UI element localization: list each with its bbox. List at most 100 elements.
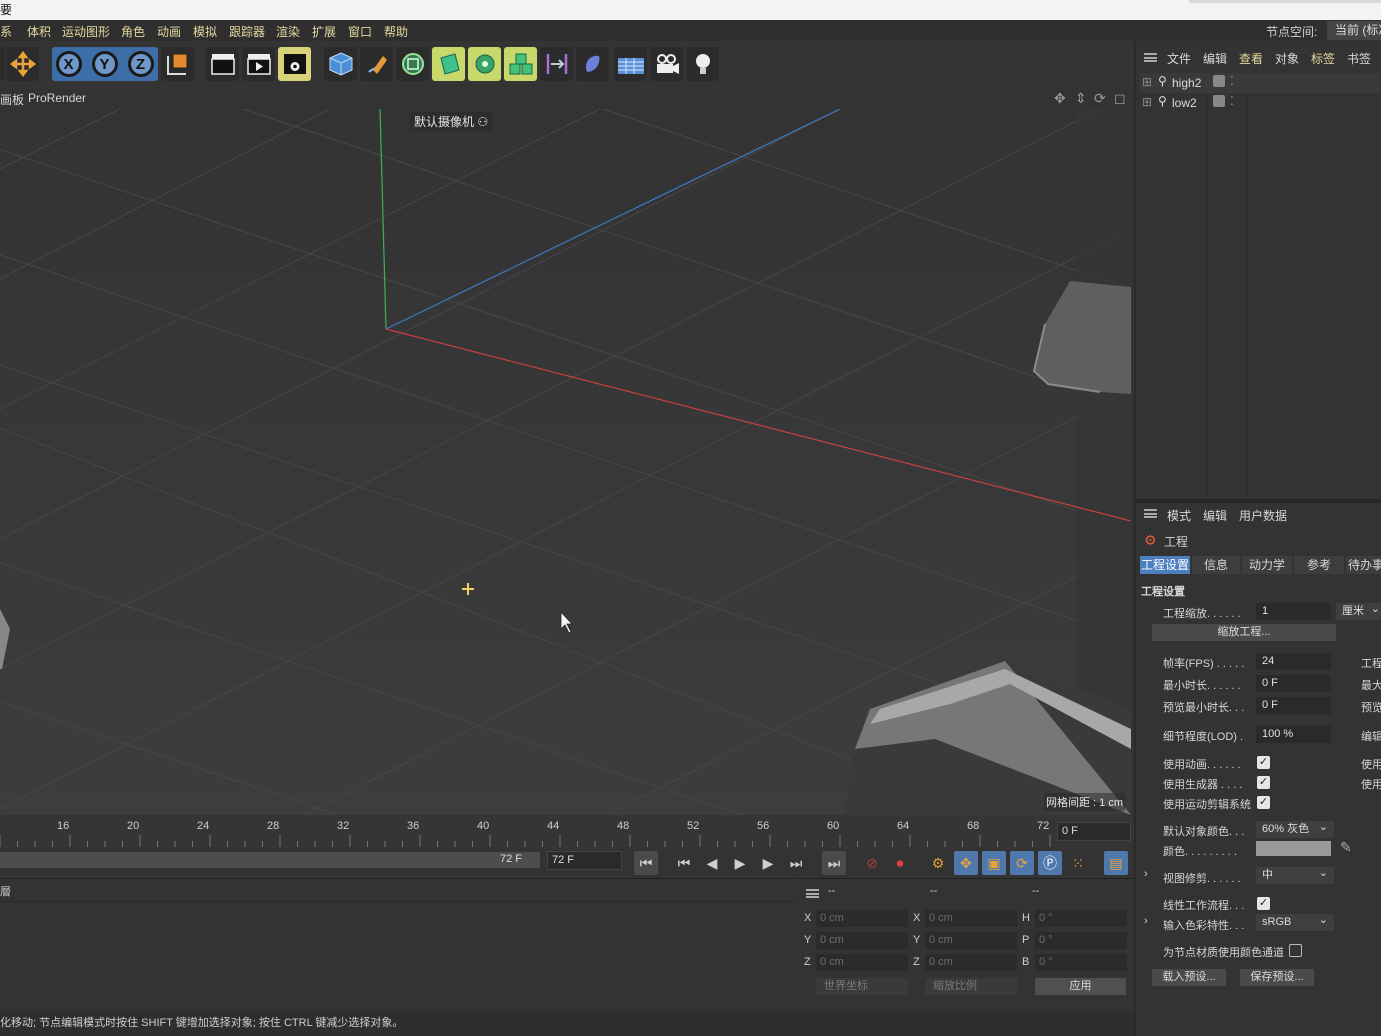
menu-tracker[interactable]: 跟踪器 [229, 23, 265, 40]
menu-animation[interactable]: 动画 [157, 23, 181, 40]
field-button[interactable] [540, 47, 573, 81]
cube-button[interactable] [324, 47, 357, 81]
position-y-field[interactable]: 0 cm [816, 932, 908, 949]
menu-volume[interactable]: 体积 [27, 23, 51, 40]
edit-visibility-icon[interactable] [1213, 95, 1225, 107]
expand-arrow-icon[interactable]: › [1144, 915, 1148, 927]
next-frame-button[interactable]: ▶ [756, 851, 780, 875]
use-animation-checkbox[interactable]: ✓ [1257, 756, 1270, 769]
om-menu-file[interactable]: 文件 [1167, 50, 1191, 67]
om-menu-object[interactable]: 对象 [1275, 50, 1299, 67]
expand-arrow-icon[interactable]: › [1144, 868, 1148, 880]
play-button[interactable]: ▶ [728, 851, 752, 875]
world-coordinates-dropdown[interactable]: 世界坐标 [816, 978, 908, 995]
tab-reference[interactable]: 参考 [1294, 556, 1344, 574]
scale-key-button[interactable]: ▣ [982, 851, 1006, 875]
pan-view-icon[interactable]: ✥ [1054, 90, 1066, 107]
menu-item[interactable]: 系 [0, 23, 12, 40]
fps-field[interactable]: 24 [1256, 653, 1331, 670]
object-row-high2[interactable]: ⊞ ⚲ high2 ⁚ [1140, 73, 1380, 93]
light-button[interactable] [686, 47, 719, 81]
generator-button[interactable] [432, 47, 465, 81]
view-clip-dropdown[interactable]: 中 [1256, 865, 1334, 884]
subdivision-button[interactable] [396, 47, 429, 81]
object-manager-menu-icon[interactable] [1144, 53, 1157, 62]
tab-dynamics[interactable]: 动力学 [1242, 556, 1292, 574]
am-menu-mode[interactable]: 模式 [1167, 507, 1191, 524]
3d-viewport[interactable]: 默认摄像机 ⚇ 网格间距 : 1 cm [0, 109, 1131, 815]
project-scale-field[interactable]: 1 [1256, 603, 1331, 620]
visibility-dots-icon[interactable]: ⁚ [1230, 74, 1234, 88]
input-color-dropdown[interactable]: sRGB [1256, 912, 1334, 931]
menu-mograph[interactable]: 运动图形 [62, 23, 110, 40]
am-menu-userdata[interactable]: 用户数据 [1239, 507, 1287, 524]
previous-key-button[interactable]: ⏮ [672, 851, 696, 875]
render-settings-button[interactable] [278, 47, 311, 81]
use-generators-checkbox[interactable]: ✓ [1257, 776, 1270, 789]
menu-window[interactable]: 窗口 [348, 23, 372, 40]
camera-label[interactable]: 默认摄像机 ⚇ [410, 112, 493, 131]
use-motion-checkbox[interactable]: ✓ [1257, 796, 1270, 809]
om-menu-view[interactable]: 查看 [1239, 50, 1263, 67]
go-to-end-button[interactable]: ⏭ [822, 851, 846, 875]
panel-menu[interactable]: 画板 [0, 91, 24, 108]
edit-visibility-icon[interactable] [1213, 75, 1225, 87]
preview-range-slider[interactable]: 72 F [0, 852, 540, 868]
auto-key-button[interactable]: ⏺ [888, 851, 912, 875]
node-space-dropdown[interactable]: 当前 (标准 [1327, 21, 1381, 40]
scale-project-button[interactable]: 缩放工程... [1152, 624, 1336, 641]
dolly-view-icon[interactable]: ⇕ [1075, 90, 1087, 107]
z-axis-button[interactable]: Z [124, 47, 157, 81]
rotation-p-field[interactable]: 0 ° [1035, 932, 1127, 949]
menu-simulate[interactable]: 模拟 [193, 23, 217, 40]
apply-button[interactable]: 应用 [1035, 978, 1126, 995]
move-tool-button[interactable] [6, 47, 39, 81]
tab-todo[interactable]: 待办事 [1346, 556, 1381, 574]
rotation-key-button[interactable]: ⟳ [1010, 851, 1034, 875]
menu-character[interactable]: 角色 [121, 23, 145, 40]
parameter-key-button[interactable]: Ⓟ [1038, 851, 1062, 875]
expand-icon[interactable]: ⊞ [1142, 75, 1152, 89]
end-frame-field[interactable]: 72 F [547, 851, 622, 870]
previous-frame-button[interactable]: ◀ [700, 851, 724, 875]
point-level-button[interactable]: ⁙ [1066, 851, 1090, 875]
expand-icon[interactable]: ⊞ [1142, 95, 1152, 109]
object-name[interactable]: low2 [1172, 96, 1197, 110]
load-preset-button[interactable]: 载入预设... [1152, 969, 1226, 986]
render-picture-viewer-button[interactable] [242, 47, 275, 81]
prorender-menu[interactable]: ProRender [28, 91, 86, 105]
save-preset-button[interactable]: 保存预设... [1240, 969, 1314, 986]
floor-button[interactable] [614, 47, 647, 81]
color-swatch[interactable] [1256, 841, 1331, 856]
x-axis-button[interactable]: X [52, 47, 85, 81]
position-x-field[interactable]: 0 cm [816, 910, 908, 927]
timeline-ruler[interactable]: 16 20 24 28 32 36 40 44 48 52 56 60 64 6… [0, 815, 1134, 848]
menu-extensions[interactable]: 扩展 [312, 23, 336, 40]
cloner-button[interactable] [504, 47, 537, 81]
preview-min-field[interactable]: 0 F [1256, 697, 1331, 714]
object-row-low2[interactable]: ⊞ ⚲ low2 ⁚ [1140, 93, 1380, 113]
camera-button[interactable] [650, 47, 683, 81]
timeline-window-button[interactable]: ▤ [1104, 851, 1128, 875]
menu-help[interactable]: 帮助 [384, 23, 408, 40]
rotation-b-field[interactable]: 0 ° [1035, 954, 1127, 971]
key-selection-button[interactable]: ⚙ [926, 851, 950, 875]
visibility-dots-icon[interactable]: ⁚ [1230, 94, 1234, 108]
om-menu-tags[interactable]: 标签 [1311, 50, 1335, 67]
linear-workflow-checkbox[interactable]: ✓ [1257, 897, 1270, 910]
render-view-button[interactable] [206, 47, 239, 81]
next-key-button[interactable]: ⏭ [784, 851, 808, 875]
go-to-start-button[interactable]: ⏮ [634, 851, 658, 875]
position-z-field[interactable]: 0 cm [816, 954, 908, 971]
rotation-h-field[interactable]: 0 ° [1035, 910, 1127, 927]
coordinates-menu-icon[interactable] [806, 889, 819, 898]
tab-project-settings[interactable]: 工程设置 [1140, 556, 1190, 574]
record-button[interactable]: ⊘ [860, 851, 884, 875]
deformer-bend-button[interactable] [576, 47, 609, 81]
pen-button[interactable] [360, 47, 393, 81]
deformer-button[interactable] [468, 47, 501, 81]
size-y-field[interactable]: 0 cm [925, 932, 1017, 949]
tab-info[interactable]: 信息 [1192, 556, 1240, 574]
scale-unit-dropdown[interactable]: 厘米 [1336, 601, 1381, 620]
om-menu-edit[interactable]: 编辑 [1203, 50, 1227, 67]
